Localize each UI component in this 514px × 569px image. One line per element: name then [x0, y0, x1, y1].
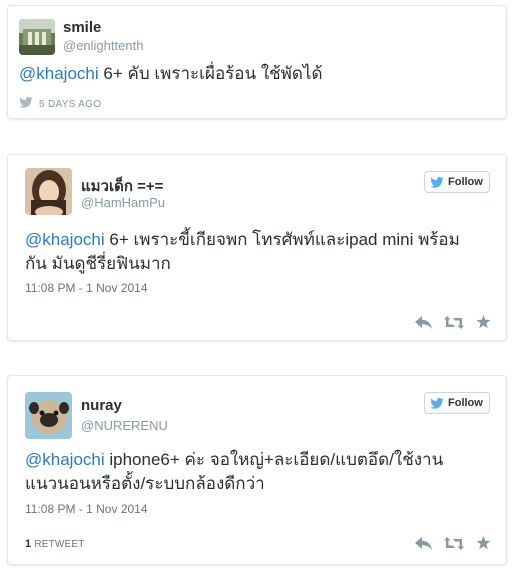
mention-link[interactable]: @khajochi [25, 450, 105, 469]
avatar[interactable] [25, 168, 72, 215]
retweet-icon[interactable] [444, 536, 464, 555]
follow-label: Follow [448, 397, 483, 409]
tweet-card-2: แมวเด็ก =+= @HamHamPu Follow @khajochi 6… [7, 154, 507, 341]
tweet-timestamp[interactable]: 11:08 PM - 1 Nov 2014 [25, 502, 148, 516]
author-handle[interactable]: @HamHamPu [81, 195, 165, 210]
tweet-text: @khajochi 6+ เพราะขี้เกียจพก โทรศัพท์และ… [25, 228, 475, 276]
author-handle[interactable]: @enlighttenth [63, 38, 143, 53]
favorite-star-icon[interactable] [476, 536, 491, 555]
favorite-star-icon[interactable] [476, 315, 491, 334]
reply-icon[interactable] [415, 536, 432, 555]
twitter-bird-icon [430, 397, 444, 409]
tweet-body: 6+ คับ เพราะเผื่อร้อน ใช้พัดได้ [98, 64, 323, 83]
retweet-count-value: 1 [25, 538, 32, 550]
author-handle[interactable]: @NURERENU [81, 418, 168, 433]
tweet-timestamp[interactable]: 5 DAYS AGO [39, 99, 101, 110]
avatar[interactable] [25, 392, 72, 439]
author-name[interactable]: smile [63, 19, 101, 36]
mention-link[interactable]: @khajochi [19, 64, 99, 83]
reply-icon[interactable] [415, 315, 432, 334]
tweet-meta: 5 DAYS AGO [19, 97, 101, 111]
tweet-text: @khajochi iphone6+ ค่ะ จอใหญ่+ละเอียด/แบ… [25, 448, 475, 496]
mention-link[interactable]: @khajochi [25, 230, 105, 249]
avatar[interactable] [19, 19, 55, 55]
tweet-timestamp[interactable]: 11:08 PM - 1 Nov 2014 [25, 281, 148, 295]
twitter-bird-icon [430, 176, 444, 188]
twitter-bird-icon [19, 97, 33, 111]
author-name[interactable]: nuray [81, 397, 122, 414]
tweet-text: @khajochi 6+ คับ เพราะเผื่อร้อน ใช้พัดได… [19, 62, 489, 86]
tweet-card-3: nuray @NURERENU Follow @khajochi iphone6… [7, 375, 507, 565]
retweet-count-label: RETWEET [34, 539, 85, 550]
retweet-icon[interactable] [444, 315, 464, 334]
follow-button[interactable]: Follow [424, 392, 490, 414]
follow-button[interactable]: Follow [424, 171, 490, 193]
retweet-count[interactable]: 1 RETWEET [25, 538, 85, 550]
follow-label: Follow [448, 176, 483, 188]
tweet-card-1: smile @enlighttenth @khajochi 6+ คับ เพร… [7, 5, 507, 119]
tweet-actions [415, 536, 491, 555]
tweet-actions [415, 315, 491, 334]
